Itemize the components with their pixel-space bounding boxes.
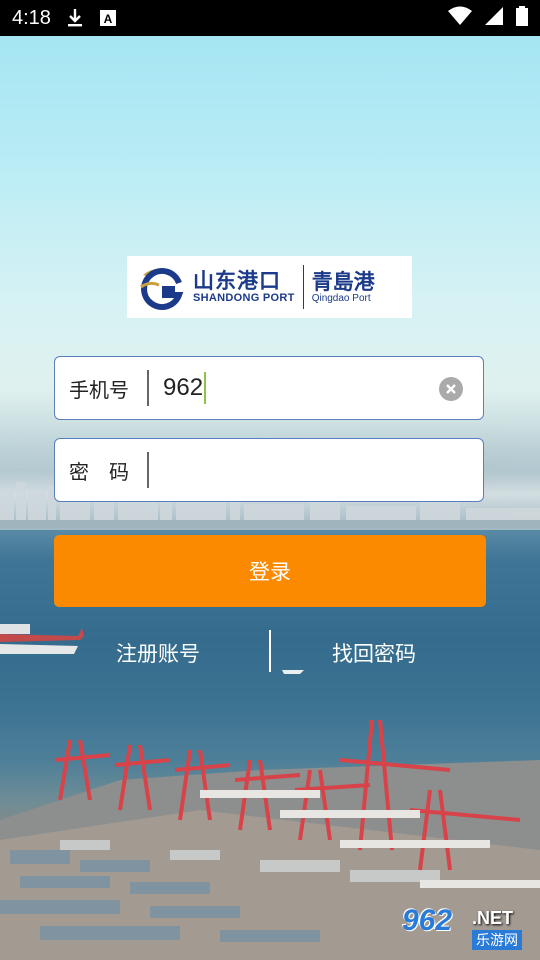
watermark-suffix: .NET	[472, 908, 514, 928]
logo-shandong-cn: 山东港口	[193, 269, 281, 293]
logo-qingdao-cn: 青島港	[311, 268, 375, 294]
status-bar: 4:18 A	[0, 0, 540, 36]
links-divider	[269, 630, 271, 672]
login-screen: 4:18 A 山东港口 SHANDONG PORT 青島港 Qingdao Po…	[0, 0, 540, 960]
clear-icon[interactable]	[439, 377, 463, 401]
a-notification-icon: A	[99, 9, 117, 27]
logo-divider	[302, 265, 304, 309]
register-link[interactable]: 注册账号	[116, 638, 200, 668]
watermark-number: 962	[402, 904, 453, 937]
shandong-port-emblem-icon	[140, 268, 184, 310]
phone-input[interactable]: 962	[163, 372, 207, 404]
site-watermark: 962 .NET 乐游网	[402, 904, 534, 954]
phone-input-value: 962	[163, 374, 204, 401]
watermark-site: 乐游网	[472, 930, 522, 950]
download-icon	[67, 8, 83, 28]
battery-icon	[516, 5, 528, 31]
phone-field-separator	[147, 370, 149, 406]
password-label: 密 码	[69, 459, 129, 484]
password-field-separator	[147, 452, 149, 488]
logo-shandong-en: SHANDONG PORT	[193, 292, 295, 304]
password-field[interactable]: 密 码	[54, 438, 484, 502]
text-caret	[204, 372, 207, 404]
status-time: 4:18	[12, 6, 51, 29]
recover-password-link[interactable]: 找回密码	[332, 638, 416, 668]
wifi-icon	[448, 6, 472, 31]
svg-text:A: A	[104, 12, 113, 26]
account-links: 注册账号 找回密码	[0, 628, 540, 674]
signal-icon	[484, 6, 504, 31]
phone-label: 手机号	[69, 377, 129, 402]
logo-qingdao-en: Qingdao Port	[311, 292, 371, 304]
port-logo: 山东港口 SHANDONG PORT 青島港 Qingdao Port	[127, 256, 412, 318]
phone-field[interactable]: 手机号 962	[54, 356, 484, 420]
login-button[interactable]: 登录	[54, 535, 486, 607]
